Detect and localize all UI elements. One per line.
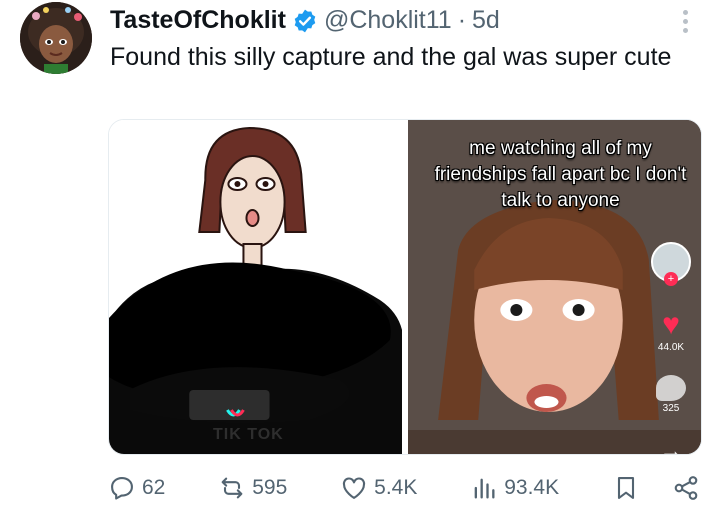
repost-button[interactable]: 595	[218, 474, 287, 502]
tiktok-comment-count: 325	[662, 403, 680, 414]
share-icon[interactable]	[672, 474, 700, 502]
repost-count: 595	[252, 476, 288, 499]
timestamp[interactable]: 5d	[472, 6, 500, 35]
reply-icon	[111, 477, 133, 500]
separator-dot: ·	[457, 6, 467, 34]
tweet-header: TasteOfChoklit @Choklit11 · 5d	[110, 6, 500, 35]
media-image-right[interactable]: me watching all of my friendships fall a…	[408, 120, 701, 454]
media-image-left[interactable]: TIK TOK	[109, 120, 402, 454]
tiktok-sidebar: + ♥ 44.0K 325 ➦	[649, 242, 693, 454]
media-grid: TIK TOK me watching all of my friendship…	[108, 119, 702, 455]
bookmark-icon[interactable]	[612, 474, 640, 502]
repost-icon	[221, 477, 243, 499]
tweet-actions: 62 595 5.4K 93.4K	[108, 470, 700, 506]
tiktok-watermark: TIK TOK	[213, 426, 284, 443]
secondary-actions	[612, 474, 700, 502]
tiktok-avatar: +	[651, 242, 691, 286]
tiktok-share-icon: ➦	[661, 442, 681, 454]
like-button[interactable]: 5.4K	[340, 474, 417, 502]
tiktok-comment-icon	[656, 375, 686, 401]
author-display-name[interactable]: TasteOfChoklit	[110, 6, 286, 35]
reply-button[interactable]: 62	[108, 474, 165, 502]
cartoon-drawing	[109, 120, 402, 454]
tiktok-heart-icon: ♥	[662, 308, 680, 341]
view-count: 93.4K	[504, 476, 560, 499]
tiktok-like-count: 44.0K	[657, 342, 685, 353]
verified-badge-icon	[294, 9, 316, 32]
avatar-illustration	[20, 2, 92, 74]
tweet-text: Found this silly capture and the gal was…	[110, 43, 672, 71]
views-icon	[474, 478, 495, 499]
tiktok-follow-icon: +	[664, 272, 678, 286]
avatar[interactable]	[20, 2, 92, 74]
like-count: 5.4K	[374, 476, 418, 499]
reply-count: 62	[142, 476, 166, 499]
like-icon	[343, 477, 366, 499]
author-handle[interactable]: @Choklit11	[324, 6, 452, 35]
video-caption: me watching all of my friendships fall a…	[434, 138, 687, 211]
more-icon[interactable]	[672, 6, 698, 36]
views-button[interactable]: 93.4K	[470, 474, 559, 502]
